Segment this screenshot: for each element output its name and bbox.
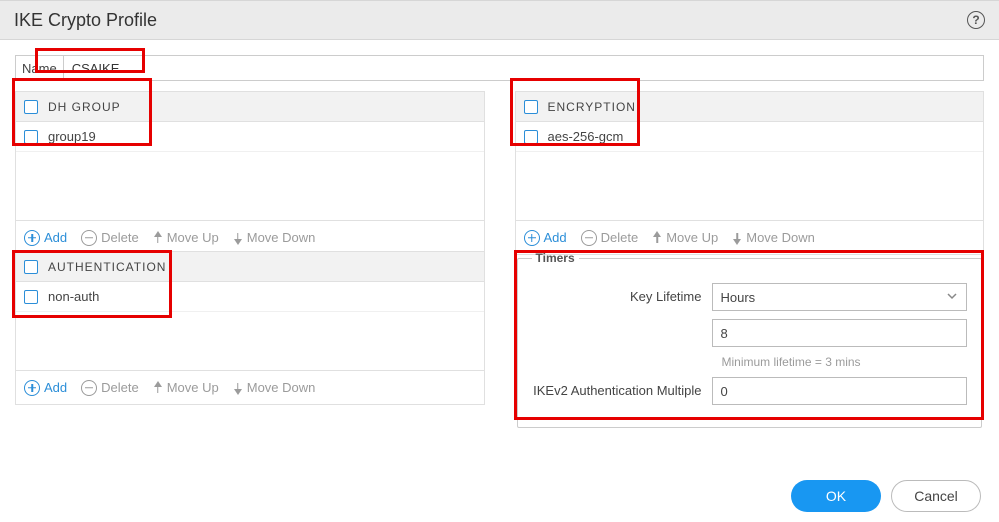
authentication-header[interactable]: AUTHENTICATION [16, 252, 484, 282]
dh-group-panel: DH GROUP group19 [15, 91, 485, 221]
row-checkbox[interactable] [524, 130, 538, 144]
encryption-header-label: ENCRYPTION [548, 100, 636, 114]
encryption-wrapper: ENCRYPTION aes-256-gcm Add Delete [515, 91, 985, 251]
timers-legend: Timers [532, 251, 579, 265]
move-up-button[interactable]: Move Up [153, 380, 219, 395]
authentication-header-label: AUTHENTICATION [48, 260, 166, 274]
key-lifetime-hint: Minimum lifetime = 3 mins [722, 355, 968, 369]
timers-fieldset: Timers Key Lifetime Hours [517, 251, 983, 428]
key-lifetime-label: Key Lifetime [532, 289, 712, 305]
arrow-up-icon [653, 231, 661, 237]
arrow-down-icon [234, 389, 242, 395]
ok-button[interactable]: OK [791, 480, 881, 512]
add-button[interactable]: Add [524, 230, 567, 246]
arrow-down-icon [234, 239, 242, 245]
delete-button[interactable]: Delete [81, 230, 139, 246]
dh-group-row-0: group19 [48, 129, 96, 144]
key-lifetime-unit-select[interactable]: Hours [712, 283, 968, 311]
name-input[interactable] [64, 56, 134, 80]
dh-group-header[interactable]: DH GROUP [16, 92, 484, 122]
select-all-checkbox[interactable] [524, 100, 538, 114]
select-all-checkbox[interactable] [24, 100, 38, 114]
dh-group-wrapper: DH GROUP group19 Add Delete [15, 91, 485, 251]
dialog-footer: OK Cancel [791, 480, 981, 512]
dialog-content: Name DH GROUP group19 [0, 40, 999, 428]
plus-icon [524, 230, 540, 246]
add-button[interactable]: Add [24, 230, 67, 246]
move-down-button[interactable]: Move Down [233, 230, 316, 245]
chevron-down-icon [946, 290, 958, 305]
row-checkbox[interactable] [24, 130, 38, 144]
ikev2-auth-multiple-input[interactable] [712, 377, 968, 405]
list-item[interactable]: non-auth [16, 282, 484, 312]
select-all-checkbox[interactable] [24, 260, 38, 274]
plus-icon [24, 230, 40, 246]
authentication-row-0: non-auth [48, 289, 99, 304]
authentication-wrapper: AUTHENTICATION non-auth Add Delete [15, 251, 485, 428]
ikev2-auth-multiple-label: IKEv2 Authentication Multiple [532, 383, 712, 399]
encryption-panel: ENCRYPTION aes-256-gcm [515, 91, 985, 221]
move-up-button[interactable]: Move Up [153, 230, 219, 245]
minus-icon [81, 380, 97, 396]
key-lifetime-value-input[interactable] [712, 319, 968, 347]
panel-grid: DH GROUP group19 Add Delete [15, 91, 984, 428]
row-checkbox[interactable] [24, 290, 38, 304]
cancel-button[interactable]: Cancel [891, 480, 981, 512]
name-row: Name [15, 55, 984, 81]
delete-button[interactable]: Delete [81, 380, 139, 396]
plus-icon [24, 380, 40, 396]
title-bar: IKE Crypto Profile ? [0, 0, 999, 40]
dh-group-toolbar: Add Delete Move Up Move Down [15, 221, 485, 255]
list-item[interactable]: group19 [16, 122, 484, 152]
move-down-button[interactable]: Move Down [732, 230, 815, 245]
minus-icon [81, 230, 97, 246]
encryption-row-0: aes-256-gcm [548, 129, 624, 144]
name-label: Name [16, 56, 64, 80]
authentication-panel: AUTHENTICATION non-auth [15, 251, 485, 371]
arrow-up-icon [154, 381, 162, 387]
encryption-header[interactable]: ENCRYPTION [516, 92, 984, 122]
arrow-down-icon [733, 239, 741, 245]
dh-group-header-label: DH GROUP [48, 100, 121, 114]
add-button[interactable]: Add [24, 380, 67, 396]
move-down-button[interactable]: Move Down [233, 380, 316, 395]
key-lifetime-unit-value: Hours [721, 290, 756, 305]
move-up-button[interactable]: Move Up [652, 230, 718, 245]
dialog-title: IKE Crypto Profile [14, 10, 157, 31]
delete-button[interactable]: Delete [581, 230, 639, 246]
list-item[interactable]: aes-256-gcm [516, 122, 984, 152]
authentication-toolbar: Add Delete Move Up Move Down [15, 371, 485, 405]
encryption-toolbar: Add Delete Move Up Move Down [515, 221, 985, 255]
minus-icon [581, 230, 597, 246]
help-icon[interactable]: ? [967, 11, 985, 29]
arrow-up-icon [154, 231, 162, 237]
